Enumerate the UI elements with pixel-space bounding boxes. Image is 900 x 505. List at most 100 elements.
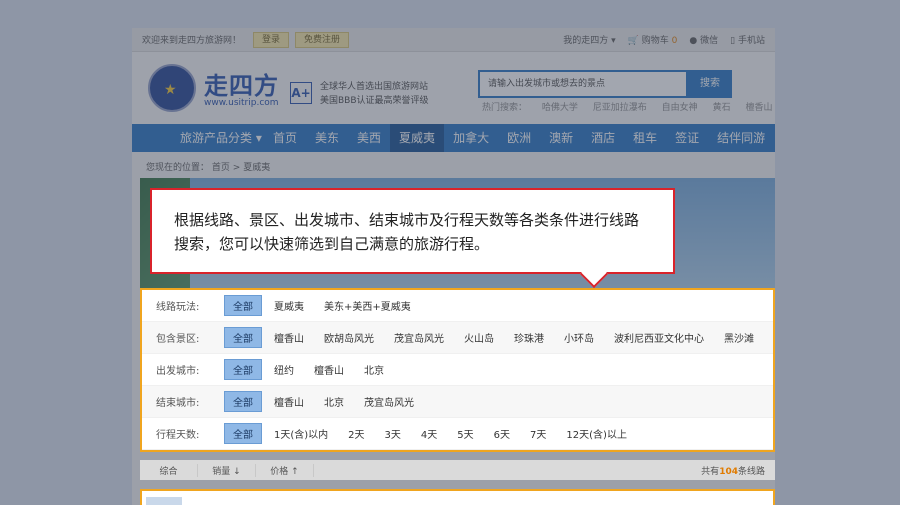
cart-link[interactable]: 🛒 购物车 0	[628, 33, 678, 46]
chevron-down-icon: ▾	[611, 36, 616, 46]
filter-option[interactable]: 1天(含)以内	[264, 426, 338, 441]
filter-option[interactable]: 12天(含)以上	[556, 426, 637, 441]
hot-search-item[interactable]: 尼亚加拉瀑布	[593, 103, 647, 113]
breadcrumb: 您现在的位置： 首页 > 夏威夷	[146, 160, 270, 173]
slogan: 全球华人首选出国旅游网站 美国BBB认证最高荣誉评级	[320, 80, 429, 108]
filter-option[interactable]: 夏威夷	[264, 298, 314, 313]
nav-item-us-east[interactable]: 美东	[306, 124, 348, 152]
filter-option[interactable]: 波利尼西亚文化中心	[604, 330, 714, 345]
register-button[interactable]: 免费注册	[295, 31, 350, 48]
nav-item-car-rental[interactable]: 租车	[624, 124, 666, 152]
nav-item-us-west[interactable]: 美西	[348, 124, 390, 152]
logo-url: www.usitrip.com	[204, 98, 279, 108]
nav-item-home[interactable]: 首页	[264, 124, 306, 152]
slogan-line-2: 美国BBB认证最高荣誉评级	[320, 96, 429, 106]
sort-by-price[interactable]: 价格 ↑	[256, 463, 314, 477]
nav-item-australia-nz[interactable]: 澳新	[540, 124, 582, 152]
filter-row-attractions: 包含景区: 全部 檀香山 欧胡岛风光 茂宜岛风光 火山岛 珍珠港 小环岛 波利尼…	[142, 322, 773, 354]
slogan-line-1: 全球华人首选出国旅游网站	[320, 82, 429, 92]
hot-search-item[interactable]: 自由女神	[662, 103, 698, 113]
filter-option[interactable]: 纽约	[264, 362, 304, 377]
filter-option-all[interactable]: 全部	[224, 391, 262, 412]
nav-item-companion-travel[interactable]: 结伴同游	[708, 124, 774, 152]
sort-by-sales[interactable]: 销量 ↓	[198, 463, 256, 477]
filter-option-all[interactable]: 全部	[224, 295, 262, 316]
callout-text: 根据线路、景区、出发城市、结束城市及行程天数等各类条件进行线路搜索，您可以快速筛…	[174, 211, 640, 253]
nav-item-hawaii[interactable]: 夏威夷	[390, 124, 445, 152]
welcome-text: 欢迎来到走四方旅游网！	[142, 36, 242, 46]
filter-option[interactable]: 欧胡岛风光	[314, 330, 384, 345]
breadcrumb-home[interactable]: 首页	[212, 163, 230, 173]
filter-option[interactable]: 檀香山	[264, 394, 314, 409]
wechat-link[interactable]: ● 微信	[689, 33, 718, 46]
mobile-label: 手机站	[737, 36, 765, 46]
hot-search-item[interactable]: 檀香山	[745, 103, 772, 113]
breadcrumb-current: 夏威夷	[243, 163, 271, 173]
chevron-down-icon: ▾	[255, 131, 262, 145]
nav-item-europe[interactable]: 欧洲	[498, 124, 540, 152]
filter-label: 包含景区:	[156, 334, 200, 345]
filter-option[interactable]: 4天	[411, 426, 447, 441]
sort-default[interactable]: 综合	[140, 463, 198, 477]
logo-emblem[interactable]: ★	[148, 64, 196, 112]
top-bar-right: 我的走四方 ▾ 🛒 购物车 0 ● 微信 ▯ 手机站	[563, 33, 765, 46]
star-icon: ★	[164, 82, 177, 98]
filter-option-all[interactable]: 全部	[224, 327, 262, 348]
filter-option[interactable]: 檀香山	[264, 330, 314, 345]
filter-option[interactable]: 2天	[338, 426, 374, 441]
filter-option[interactable]: 茂宜岛风光	[384, 330, 454, 345]
filter-option[interactable]: 黑沙滩	[714, 330, 764, 345]
nav-item-canada[interactable]: 加拿大	[444, 124, 498, 152]
filter-option[interactable]: 北京	[314, 394, 354, 409]
cart-icon: 🛒	[627, 36, 639, 46]
filter-option[interactable]: 3天	[375, 426, 411, 441]
breadcrumb-prefix: 您现在的位置：	[146, 163, 210, 173]
filter-option[interactable]: 美东+美西+夏威夷	[314, 298, 421, 313]
result-total-prefix: 共有	[701, 466, 720, 477]
filter-label: 出发城市:	[156, 366, 200, 377]
filter-label: 线路玩法:	[156, 302, 200, 313]
filter-option-all[interactable]: 全部	[224, 423, 262, 444]
filter-option[interactable]: 5天	[447, 426, 483, 441]
result-total-count: 104	[719, 466, 738, 477]
filter-option-all[interactable]: 全部	[224, 359, 262, 380]
my-account-link[interactable]: 我的走四方 ▾	[563, 33, 615, 46]
login-button[interactable]: 登录	[253, 31, 290, 48]
filter-row-trip-days: 行程天数: 全部 1天(含)以内 2天 3天 4天 5天 6天 7天 12天(含…	[142, 418, 773, 450]
filter-option[interactable]: 7天	[520, 426, 556, 441]
hot-search-item[interactable]: 哈佛大学	[542, 103, 578, 113]
product-category-menu[interactable]: 旅游产品分类 ▾	[132, 124, 264, 152]
filter-option[interactable]: 茂宜岛风光	[354, 394, 424, 409]
filter-row-end-city: 结束城市: 全部 檀香山 北京 茂宜岛风光	[142, 386, 773, 418]
filter-option[interactable]: 6天	[484, 426, 520, 441]
sort-bar: 综合 销量 ↓ 价格 ↑ 共有104条线路	[140, 460, 775, 480]
nav-item-visa[interactable]: 签证	[666, 124, 708, 152]
filter-option[interactable]: 小环岛	[554, 330, 604, 345]
nav-item-hotel[interactable]: 酒店	[582, 124, 624, 152]
filter-option[interactable]: 檀香山	[304, 362, 354, 377]
cart-count: 0	[671, 36, 678, 46]
search-input[interactable]: 请输入出发城市或想去的景点	[478, 70, 688, 98]
mobile-link[interactable]: ▯ 手机站	[730, 33, 765, 46]
cart-label: 购物车	[641, 36, 669, 46]
result-item[interactable]	[140, 489, 775, 505]
filter-panel: 线路玩法: 全部 夏威夷 美东+美西+夏威夷 包含景区: 全部 檀香山 欧胡岛风…	[140, 288, 775, 452]
breadcrumb-separator: >	[232, 163, 241, 173]
filter-label: 行程天数:	[156, 430, 200, 441]
filter-option[interactable]: 北京	[354, 362, 394, 377]
wechat-icon: ●	[689, 36, 698, 46]
bbb-rating-badge: A+	[290, 82, 312, 104]
filter-option[interactable]: 火山岛	[454, 330, 504, 345]
filter-label: 结束城市:	[156, 398, 200, 409]
result-thumbnail	[146, 497, 182, 505]
hot-searches: 热门搜索： 哈佛大学 尼亚加拉瀑布 自由女神 黄石 檀香山	[482, 100, 775, 113]
main-nav: 旅游产品分类 ▾ 首页 美东 美西 夏威夷 加拿大 欧洲 澳新 酒店 租车 签证…	[132, 124, 775, 152]
result-total-suffix: 条线路	[737, 466, 765, 477]
logo-text[interactable]: 走四方	[204, 66, 279, 101]
top-bar: 欢迎来到走四方旅游网！ 登录 免费注册 我的走四方 ▾ 🛒 购物车 0 ● 微信…	[132, 28, 775, 52]
hot-search-item[interactable]: 黄石	[713, 103, 731, 113]
search-button[interactable]: 搜索	[688, 70, 732, 98]
filter-row-route-type: 线路玩法: 全部 夏威夷 美东+美西+夏威夷	[142, 290, 773, 322]
product-category-label: 旅游产品分类	[180, 131, 253, 145]
filter-option[interactable]: 珍珠港	[504, 330, 554, 345]
